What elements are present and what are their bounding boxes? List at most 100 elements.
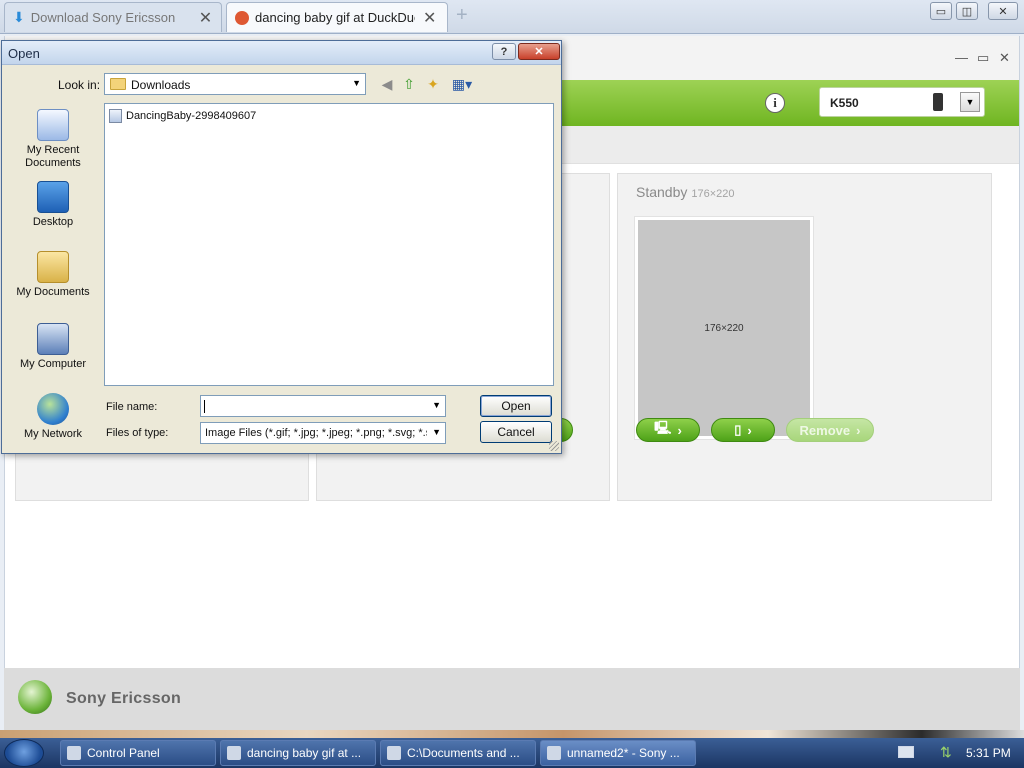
text-caret (204, 400, 205, 413)
up-folder-icon[interactable]: ⇧ (400, 75, 418, 93)
taskbar-item-control-panel[interactable]: Control Panel (60, 740, 216, 766)
file-type-label: Files of type: (106, 427, 169, 439)
chevron-right-icon: › (677, 422, 682, 438)
places-bar: My Recent Documents Desktop My Documents… (8, 101, 98, 441)
app-restore-button[interactable]: ▭ (977, 50, 989, 66)
new-folder-icon[interactable]: ✦ (424, 75, 442, 93)
taskbar-item-sony-app[interactable]: unnamed2* - Sony ... (540, 740, 696, 766)
device-select[interactable]: K550 ▼ (819, 87, 985, 117)
look-in-select[interactable]: Downloads ▼ (104, 73, 366, 95)
import-from-computer-button[interactable]: 🖳› (636, 418, 700, 442)
info-icon[interactable]: i (765, 93, 785, 113)
recent-documents-icon (37, 109, 69, 141)
chevron-down-icon: ▼ (352, 78, 361, 88)
look-in-value: Downloads (131, 78, 191, 92)
place-label: My Computer (19, 358, 87, 370)
back-icon[interactable]: ◀ (378, 75, 396, 93)
my-network-icon (37, 393, 69, 425)
taskbar-item-label: Control Panel (87, 746, 160, 760)
phone-icon: ▯ (734, 422, 742, 437)
browser-tab-bar: ⬇ Download Sony Ericsson ✕ dancing baby … (0, 0, 1024, 34)
close-tab-icon[interactable]: ✕ (199, 8, 212, 28)
dialog-title-bar: Open ? ✕ (2, 41, 561, 65)
open-file-dialog: Open ? ✕ Look in: Downloads ▼ ◀ ⇧ ✦ ▦▾ M… (1, 40, 562, 454)
look-in-label: Look in: (58, 78, 101, 92)
brand-name: Sony Ericsson (66, 690, 182, 707)
browser-tab-title: dancing baby gif at DuckDuckG (255, 10, 415, 25)
clock[interactable]: 5:31 PM (966, 746, 1011, 760)
file-type-select[interactable]: Image Files (*.gif; *.jpg; *.jpeg; *.png… (200, 422, 446, 444)
file-name: DancingBaby-2998409607 (126, 110, 257, 122)
panel-title: Standby 176×220 (636, 184, 735, 200)
file-name-input[interactable]: ▼ (200, 395, 446, 417)
minimize-button[interactable]: ▭ (930, 2, 952, 20)
image-panel-standby: Standby 176×220 176×220 (617, 173, 992, 501)
my-documents-icon (37, 251, 69, 283)
chevron-down-icon[interactable]: ▼ (432, 400, 441, 410)
my-computer-icon (37, 323, 69, 355)
chevron-right-icon: › (747, 422, 752, 438)
place-my-computer[interactable]: My Computer (8, 323, 98, 371)
computer-icon: 🖳 (654, 420, 672, 435)
chevron-down-icon: ▼ (432, 427, 441, 437)
help-button[interactable]: ? (492, 43, 516, 60)
place-my-documents[interactable]: My Documents (8, 251, 98, 299)
place-recent-documents[interactable]: My Recent Documents (8, 109, 98, 170)
panel-title-text: Standby (636, 184, 688, 200)
taskbar: Control Panel dancing baby gif at ... C:… (0, 738, 1024, 768)
background-image-strip (0, 730, 1024, 738)
remove-label: Remove (799, 422, 851, 438)
place-desktop[interactable]: Desktop (8, 181, 98, 229)
dialog-close-button[interactable]: ✕ (518, 43, 560, 60)
close-window-button[interactable]: ✕ (988, 2, 1018, 20)
taskbar-item-label: unnamed2* - Sony ... (567, 746, 680, 760)
browser-tab-active[interactable]: dancing baby gif at DuckDuckG ✕ (226, 2, 448, 32)
restore-button[interactable]: ◫ (956, 2, 978, 20)
open-button[interactable]: Open (480, 395, 552, 417)
new-tab-button[interactable]: + (456, 4, 468, 27)
app-footer: Sony Ericsson (4, 668, 1020, 730)
file-type-value: Image Files (*.gif; *.jpg; *.jpeg; *.png… (205, 427, 427, 439)
remove-button-disabled: Remove › (786, 418, 874, 442)
network-icon[interactable]: ⇅ (940, 744, 956, 760)
taskbar-item-label: dancing baby gif at ... (247, 746, 362, 760)
image-preview[interactable]: 176×220 (634, 216, 814, 440)
chevron-down-icon[interactable]: ▼ (960, 92, 980, 112)
file-name-label: File name: (106, 401, 158, 413)
control-panel-icon (67, 746, 81, 760)
keyboard-icon[interactable] (898, 746, 914, 758)
taskbar-item-label: C:\Documents and ... (407, 746, 520, 760)
browser-tab[interactable]: ⬇ Download Sony Ericsson ✕ (4, 2, 222, 32)
phone-icon (933, 93, 943, 111)
place-label: My Network (23, 428, 83, 440)
sony-ericsson-logo-icon (18, 680, 52, 714)
place-label: My Recent Documents (25, 144, 81, 169)
start-button[interactable] (4, 739, 44, 767)
app-minimize-button[interactable]: — (955, 50, 968, 65)
place-label: My Documents (16, 286, 90, 298)
import-from-phone-button[interactable]: ▯› (711, 418, 775, 442)
cancel-button[interactable]: Cancel (480, 421, 552, 443)
preview-placeholder: 176×220 (638, 220, 810, 436)
device-name: K550 (830, 96, 859, 110)
desktop-icon (37, 181, 69, 213)
download-icon: ⬇ (13, 9, 25, 25)
place-my-network[interactable]: My Network (8, 393, 98, 441)
taskbar-item-7zip[interactable]: C:\Documents and ... (380, 740, 536, 766)
app-close-button[interactable]: ✕ (999, 50, 1010, 66)
resize-grip[interactable] (549, 441, 559, 451)
file-list[interactable]: DancingBaby-2998409607 (104, 103, 554, 386)
browser-icon (227, 746, 241, 760)
place-label: Desktop (32, 216, 74, 228)
taskbar-item-browser[interactable]: dancing baby gif at ... (220, 740, 376, 766)
chevron-right-icon: › (856, 422, 861, 438)
close-tab-icon[interactable]: ✕ (423, 8, 436, 28)
archive-icon (387, 746, 401, 760)
view-menu-icon[interactable]: ▦▾ (450, 75, 474, 93)
sony-app-icon (547, 746, 561, 760)
list-item[interactable]: DancingBaby-2998409607 (109, 109, 256, 123)
panel-dimensions: 176×220 (691, 188, 735, 200)
duckduckgo-icon (235, 10, 249, 25)
image-file-icon (109, 109, 122, 123)
dialog-title: Open (8, 46, 40, 61)
